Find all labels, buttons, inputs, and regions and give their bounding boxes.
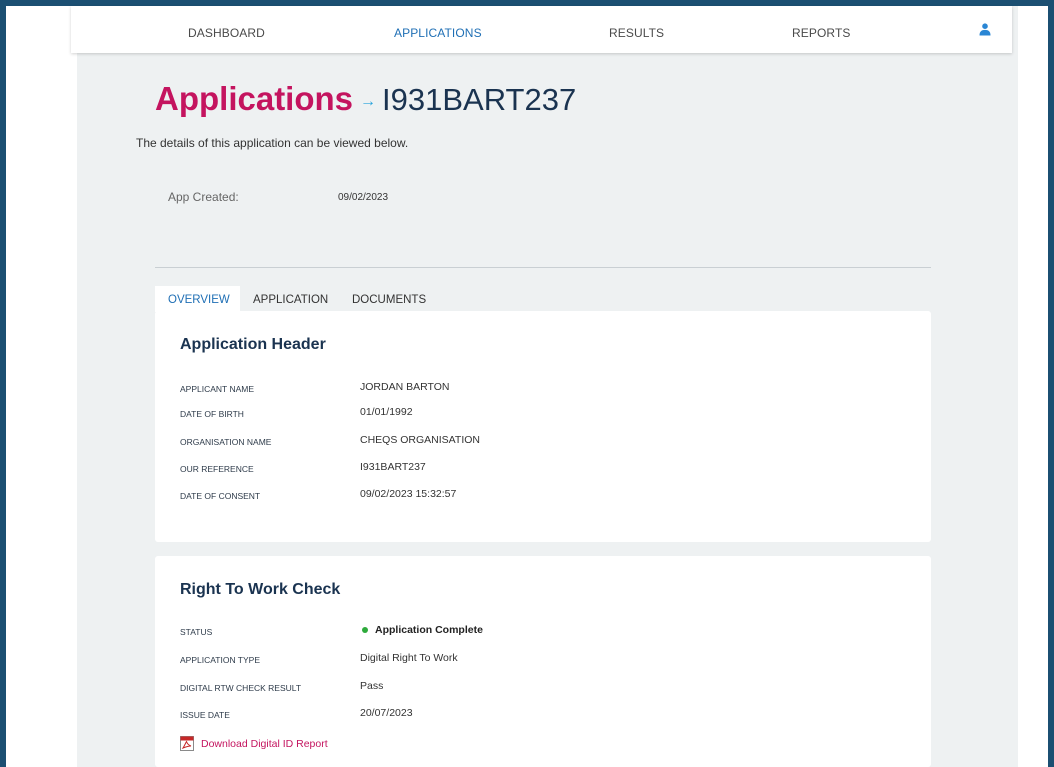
date-of-birth-value: 01/01/1992 (360, 406, 413, 418)
issue-date-label: ISSUE DATE (180, 710, 230, 720)
nav-dashboard[interactable]: DASHBOARD (188, 26, 265, 40)
status-label: STATUS (180, 627, 213, 637)
nav-reports[interactable]: REPORTS (792, 26, 851, 40)
organisation-name-label: ORGANISATION NAME (180, 437, 272, 447)
nav-results[interactable]: RESULTS (609, 26, 664, 40)
breadcrumb-arrow-icon: → (360, 93, 377, 110)
our-reference-label: OUR REFERENCE (180, 464, 254, 474)
app-created-label: App Created: (168, 190, 239, 204)
app-created-value: 09/02/2023 (338, 192, 389, 203)
our-reference-value: I931BART237 (360, 461, 426, 473)
top-navigation: DASHBOARD APPLICATIONS RESULTS REPORTS (71, 6, 1012, 53)
page-title-section[interactable]: Applications (155, 80, 353, 118)
applicant-name-value: JORDAN BARTON (360, 381, 450, 393)
organisation-name-value: CHEQS ORGANISATION (360, 434, 480, 446)
status-dot-icon (362, 626, 368, 633)
application-type-value: Digital Right To Work (360, 652, 458, 664)
date-of-consent-value: 09/02/2023 15:32:57 (360, 488, 457, 500)
date-of-birth-label: DATE OF BIRTH (180, 409, 244, 419)
page-title: Applications → I931BART237 (155, 80, 576, 118)
page-subtitle: The details of this application can be v… (136, 136, 409, 150)
user-icon[interactable] (979, 23, 991, 36)
rtw-check-result-label: DIGITAL RTW CHECK RESULT (180, 683, 302, 693)
application-header-card: Application Header APPLICANT NAME JORDAN… (155, 311, 931, 542)
page-title-reference: I931BART237 (382, 82, 577, 117)
date-of-consent-label: DATE OF CONSENT (180, 491, 261, 501)
application-type-label: APPLICATION TYPE (180, 655, 260, 665)
status-badge: Application Complete (360, 624, 483, 636)
right-to-work-card: Right To Work Check STATUS Application C… (155, 556, 931, 767)
applicant-name-label: APPLICANT NAME (180, 384, 255, 394)
status-value: Application Complete (375, 624, 483, 636)
application-header-title: Application Header (180, 336, 326, 353)
download-link-label: Download Digital ID Report (201, 737, 328, 750)
download-digital-id-report-link[interactable]: Download Digital ID Report (180, 736, 328, 751)
right-to-work-title: Right To Work Check (180, 581, 341, 598)
issue-date-value: 20/07/2023 (360, 707, 413, 719)
nav-applications[interactable]: APPLICATIONS (394, 26, 482, 40)
rtw-check-result-value: Pass (360, 680, 384, 692)
pdf-icon (180, 736, 194, 751)
section-divider (155, 267, 931, 268)
